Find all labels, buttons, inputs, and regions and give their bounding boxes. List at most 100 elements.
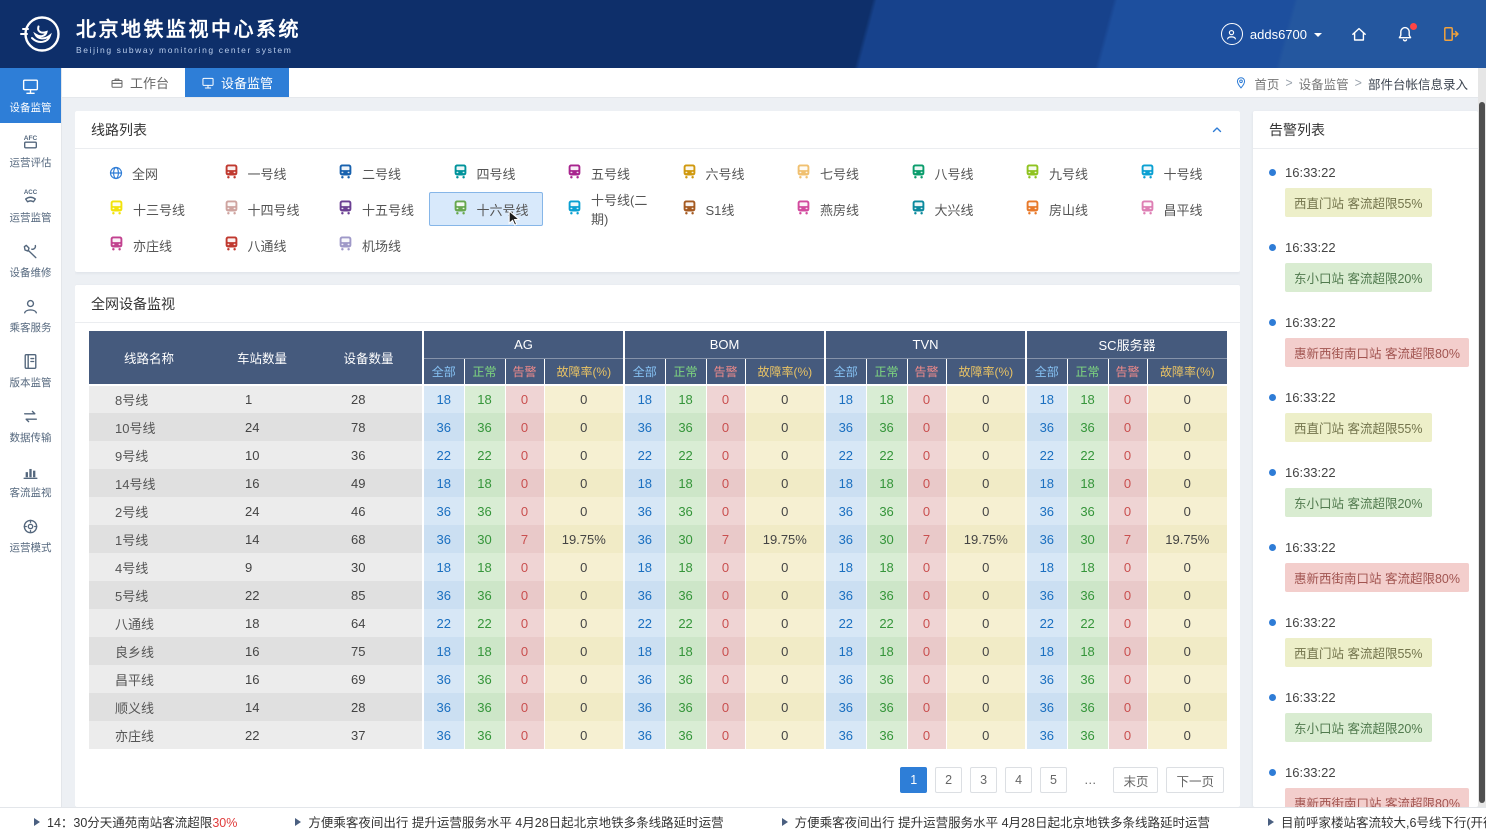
alarm-item[interactable]: 16:33:22西直门站 客流超限55%	[1267, 390, 1464, 442]
scrollbar-thumb[interactable]	[1479, 102, 1485, 803]
table-row[interactable]: 10号线2478363600363600363600363600	[89, 413, 1227, 441]
line-item-十四号线[interactable]: 十四号线	[200, 192, 315, 226]
table-row[interactable]: 4号线930181800181800181800181800	[89, 553, 1227, 581]
line-item-大兴线[interactable]: 大兴线	[887, 192, 1002, 226]
table-row[interactable]: 顺义线1428363600363600363600363600	[89, 693, 1227, 721]
line-item-十三号线[interactable]: 十三号线	[85, 192, 200, 226]
cell-ok: 22	[464, 609, 505, 637]
table-row[interactable]: 2号线2446363600363600363600363600	[89, 497, 1227, 525]
sidebar-item-运营模式[interactable]: 运营模式	[0, 508, 61, 563]
sidebar-item-数据传输[interactable]: 数据传输	[0, 398, 61, 453]
cell-warn: 0	[706, 553, 745, 581]
line-item-房山线[interactable]: 房山线	[1001, 192, 1116, 226]
page-button-5[interactable]: 5	[1040, 767, 1067, 793]
bell-icon[interactable]	[1396, 25, 1414, 43]
cell-ok: 18	[665, 637, 706, 665]
breadcrumb-item[interactable]: 设备监管	[1299, 74, 1349, 93]
line-item-十号线(二期)[interactable]: 十号线(二期)	[543, 192, 658, 226]
line-item-label: 房山线	[1049, 200, 1088, 219]
table-row[interactable]: 9号线1036222200222200222200222200	[89, 441, 1227, 469]
line-item-七号线[interactable]: 七号线	[772, 156, 887, 190]
cell-all: 22	[825, 441, 866, 469]
cell-rate: 19.75%	[1147, 525, 1227, 553]
line-item-label: 十三号线	[133, 200, 185, 219]
line-item-一号线[interactable]: 一号线	[200, 156, 315, 190]
alarm-message-badge: 西直门站 客流超限55%	[1285, 638, 1432, 667]
breadcrumb-item[interactable]: 部件台帐信息录入	[1368, 74, 1468, 93]
cell-stations: 1	[209, 385, 315, 413]
breadcrumb-item[interactable]: 首页	[1254, 74, 1279, 93]
sidebar-item-运营评估[interactable]: AFC运营评估	[0, 123, 61, 178]
sub-column-header: 全部	[624, 358, 665, 385]
table-row[interactable]: 八通线1864222200222200222200222200	[89, 609, 1227, 637]
table-row[interactable]: 昌平线1669363600363600363600363600	[89, 665, 1227, 693]
table-row[interactable]: 14号线1649181800181800181800181800	[89, 469, 1227, 497]
line-item-机场线[interactable]: 机场线	[314, 228, 429, 262]
alarm-item[interactable]: 16:33:22东小口站 客流超限20%	[1267, 690, 1464, 742]
tab-工作台[interactable]: 工作台	[94, 68, 185, 97]
line-item-燕房线[interactable]: 燕房线	[772, 192, 887, 226]
table-row[interactable]: 良乡线1675181800181800181800181800	[89, 637, 1227, 665]
cell-all: 36	[825, 413, 866, 441]
line-item-八号线[interactable]: 八号线	[887, 156, 1002, 190]
sidebar-item-版本监管[interactable]: 版本监管	[0, 343, 61, 398]
line-item-label: 九号线	[1049, 164, 1088, 183]
sub-column-header: 故障率(%)	[1147, 358, 1227, 385]
sidebar-item-客流监视[interactable]: 客流监视	[0, 453, 61, 508]
scrollbar[interactable]	[1478, 68, 1486, 807]
cell-rate: 0	[1147, 693, 1227, 721]
line-item-九号线[interactable]: 九号线	[1001, 156, 1116, 190]
sidebar-item-设备监管[interactable]: 设备监管	[0, 68, 61, 123]
cell-line-name: 9号线	[89, 441, 209, 469]
collapse-icon[interactable]	[1210, 123, 1224, 137]
table-row[interactable]: 8号线128181800181800181800181800	[89, 385, 1227, 413]
alarm-item[interactable]: 16:33:22东小口站 客流超限20%	[1267, 240, 1464, 292]
sub-column-header: 全部	[423, 358, 464, 385]
alarm-item[interactable]: 16:33:22 西直门站 客流超限55%	[1267, 615, 1464, 667]
page-button-下一页[interactable]: 下一页	[1166, 767, 1224, 793]
line-item-四号线[interactable]: 四号线	[429, 156, 544, 190]
line-item-十号线[interactable]: 十号线	[1116, 156, 1231, 190]
table-row[interactable]: 5号线2285363600363600363600363600	[89, 581, 1227, 609]
line-item-亦庄线[interactable]: 亦庄线	[85, 228, 200, 262]
page-button-末页[interactable]: 末页	[1113, 767, 1158, 793]
alarm-item[interactable]: 16:33:22西直门站 客流超限55%	[1267, 165, 1464, 217]
alarm-item[interactable]: 16:33:22惠新西街南口站 客流超限80%	[1267, 540, 1464, 592]
page-button-2[interactable]: 2	[935, 767, 962, 793]
cell-warn: 0	[907, 693, 946, 721]
page-button-3[interactable]: 3	[970, 767, 997, 793]
acc-icon: ACC	[21, 187, 40, 206]
cell-rate: 0	[745, 609, 825, 637]
main: 工作台设备监管 首页>设备监管>部件台帐信息录入 线路列表 全网一号线二号线四号…	[62, 68, 1486, 807]
page-button-4[interactable]: 4	[1005, 767, 1032, 793]
sidebar-item-运营监管[interactable]: ACC运营监管	[0, 178, 61, 233]
table-row[interactable]: 1号线14683630719.75%3630719.75%3630719.75%…	[89, 525, 1227, 553]
logout-icon[interactable]	[1442, 25, 1460, 43]
line-item-八通线[interactable]: 八通线	[200, 228, 315, 262]
line-item-十五号线[interactable]: 十五号线	[314, 192, 429, 226]
brand: 北京地铁监视中心系统 Beijing subway monitoring cen…	[18, 11, 301, 57]
alarm-item[interactable]: 16:33:22惠新西街南口站 客流超限80%	[1267, 765, 1464, 807]
sidebar-item-乘客服务[interactable]: 乘客服务	[0, 288, 61, 343]
line-item-S1线[interactable]: S1线	[658, 192, 773, 226]
line-item-十六号线[interactable]: 十六号线	[429, 192, 544, 226]
cell-all: 18	[624, 385, 665, 413]
sidebar-item-设备维修[interactable]: 设备维修	[0, 233, 61, 288]
page-button-1[interactable]: 1	[900, 767, 927, 793]
line-item-二号线[interactable]: 二号线	[314, 156, 429, 190]
home-icon[interactable]	[1350, 25, 1368, 43]
alarm-item[interactable]: 16:33:22东小口站 客流超限20%	[1267, 465, 1464, 517]
user-menu[interactable]: adds6700	[1221, 23, 1322, 45]
table-row[interactable]: 亦庄线2237363600363600363600363600	[89, 721, 1227, 749]
line-item-六号线[interactable]: 六号线	[658, 156, 773, 190]
cell-ok: 36	[464, 413, 505, 441]
alarm-time: 16:33:22	[1285, 615, 1336, 630]
cell-all: 18	[825, 637, 866, 665]
line-item-五号线[interactable]: 五号线	[543, 156, 658, 190]
line-item-昌平线[interactable]: 昌平线	[1116, 192, 1231, 226]
sidebar: 设备监管AFC运营评估ACC运营监管设备维修乘客服务版本监管数据传输客流监视运营…	[0, 68, 62, 807]
tab-设备监管[interactable]: 设备监管	[185, 68, 289, 97]
line-item-全网[interactable]: 全网	[85, 156, 200, 190]
cell-line-name: 顺义线	[89, 693, 209, 721]
alarm-item[interactable]: 16:33:22惠新西街南口站 客流超限80%	[1267, 315, 1464, 367]
